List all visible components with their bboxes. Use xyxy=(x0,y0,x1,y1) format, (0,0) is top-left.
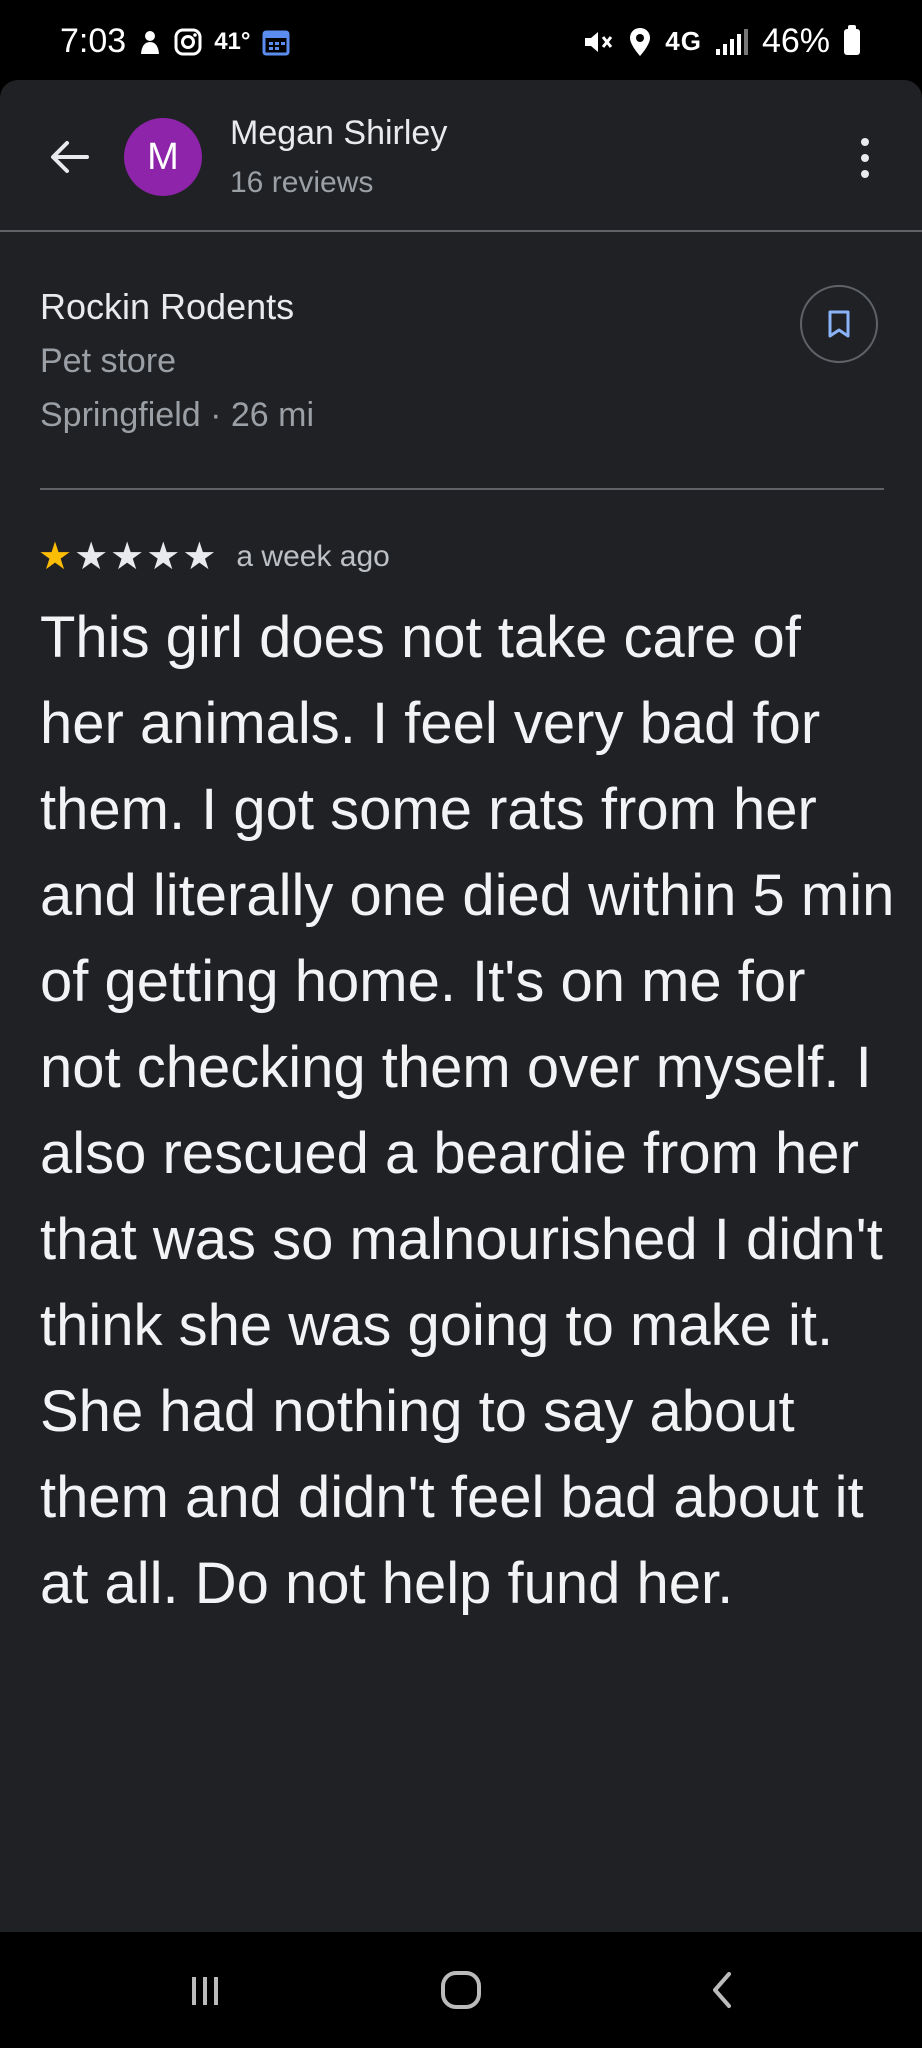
star-icon: ★ xyxy=(182,536,217,578)
status-right: 4G 46% xyxy=(583,22,860,61)
signal-icon xyxy=(715,28,748,55)
avatar-initial: M xyxy=(147,135,179,178)
home-icon xyxy=(441,1971,481,2009)
battery-icon xyxy=(844,24,860,55)
more-options-button[interactable] xyxy=(850,130,880,186)
bookmark-icon xyxy=(828,310,850,338)
star-icon: ★ xyxy=(38,536,73,578)
status-time: 7:03 xyxy=(60,22,127,60)
star-icon: ★ xyxy=(110,536,145,578)
status-network: 4G xyxy=(665,26,702,56)
more-dot-icon xyxy=(861,154,869,162)
review-text: This girl does not take care of her anim… xyxy=(40,605,895,1616)
save-button[interactable] xyxy=(800,285,878,363)
star-icon: ★ xyxy=(146,536,181,578)
place-name[interactable]: Rockin Rodents xyxy=(40,286,294,328)
status-bar: 7:03 41° 4G 46% xyxy=(0,0,922,80)
location-icon xyxy=(630,27,651,56)
calendar-icon xyxy=(262,30,290,55)
review-count: 16 reviews xyxy=(230,166,374,199)
status-battery-percent: 46% xyxy=(761,22,830,60)
recent-apps-icon xyxy=(192,1977,218,2005)
header-divider xyxy=(0,230,922,232)
place-category: Pet store xyxy=(40,342,177,380)
recent-apps-button[interactable] xyxy=(155,1960,255,2020)
status-left: 7:03 41° xyxy=(60,22,290,61)
avatar[interactable]: M xyxy=(124,118,202,196)
system-nav-bar xyxy=(0,1932,922,2048)
home-button[interactable] xyxy=(411,1960,511,2020)
more-dot-icon xyxy=(861,170,869,178)
notification-icon xyxy=(141,30,160,54)
mute-icon xyxy=(585,31,613,52)
rating-row: ★ ★ ★ ★ ★ a week ago xyxy=(38,538,390,576)
place-location: Springfield · 26 mi xyxy=(40,396,315,434)
reviewer-name[interactable]: Megan Shirley xyxy=(230,114,447,153)
status-temperature: 41° xyxy=(214,27,251,55)
review-time: a week ago xyxy=(236,540,390,573)
arrow-left-icon xyxy=(51,141,89,173)
back-nav-button[interactable] xyxy=(672,1960,772,2020)
back-button[interactable] xyxy=(40,128,98,186)
star-rating: ★ ★ ★ ★ ★ xyxy=(38,538,216,576)
place-divider xyxy=(40,488,884,490)
more-dot-icon xyxy=(861,138,869,146)
star-icon: ★ xyxy=(74,536,109,578)
instagram-icon xyxy=(174,28,202,55)
review-sheet: M Megan Shirley 16 reviews Rockin Rodent… xyxy=(0,80,922,1932)
chevron-left-icon xyxy=(713,1972,731,2008)
